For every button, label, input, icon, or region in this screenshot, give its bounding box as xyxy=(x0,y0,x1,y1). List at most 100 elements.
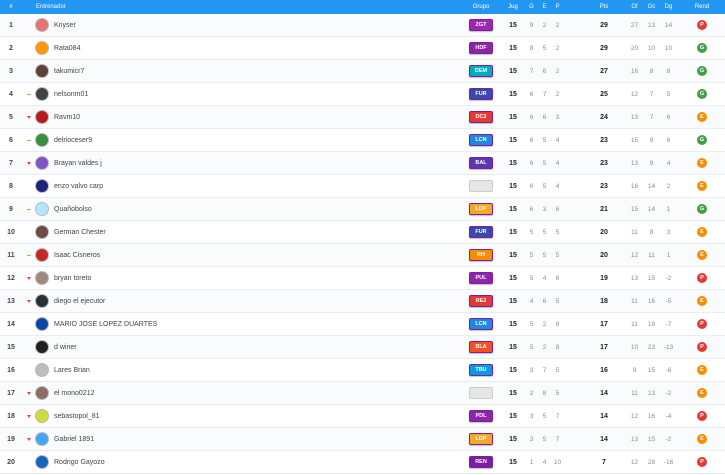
group-badge[interactable]: DC2 xyxy=(469,111,493,123)
table-row[interactable]: 15 d winer BLA 15 5 2 8 17 10 23 -13 P xyxy=(0,336,725,359)
manager-name[interactable]: Lares Brian xyxy=(54,367,90,374)
team-cell[interactable]: takumicr7 xyxy=(35,60,461,82)
group-badge[interactable]: LDP xyxy=(469,433,493,445)
table-row[interactable]: 1 Knyser ZGT 15 9 2 2 29 27 13 14 P xyxy=(0,14,725,37)
table-row[interactable]: 19 Gabriel 1891 LDP 15 3 5 7 14 13 15 -2 E xyxy=(0,428,725,451)
team-cell[interactable]: el mono0212 xyxy=(35,382,461,404)
manager-name[interactable]: Rodrigo Gayozo xyxy=(54,459,105,466)
team-cell[interactable]: Isaac Cisneros xyxy=(35,244,461,266)
team-cell[interactable]: Rata084 xyxy=(35,37,461,59)
group-badge[interactable]: FUR xyxy=(469,226,493,238)
manager-name[interactable]: MARIO JOSE LOPEZ DUARTES xyxy=(54,321,157,328)
team-cell[interactable]: sebastopol_81 xyxy=(35,405,461,427)
team-cell[interactable]: Brayan valdes j xyxy=(35,152,461,174)
table-row[interactable]: 2 Rata084 HDF 15 8 5 2 29 20 10 10 G xyxy=(0,37,725,60)
wins: 2 xyxy=(529,389,534,397)
table-row[interactable]: 5 Ravm10 DC2 15 6 6 3 24 13 7 6 E xyxy=(0,106,725,129)
group-badge[interactable]: TBU xyxy=(469,364,493,376)
group-badge[interactable]: BAL xyxy=(469,157,493,169)
manager-name[interactable]: takumicr7 xyxy=(54,68,84,75)
table-row[interactable]: 9 Quañobolso LDP 15 6 3 6 21 15 14 1 G xyxy=(0,198,725,221)
team-cell[interactable]: MARIO JOSE LOPEZ DUARTES xyxy=(35,313,461,335)
group-badge[interactable]: LCN xyxy=(469,134,493,146)
manager-name[interactable]: nelsonm01 xyxy=(54,91,88,98)
header-dg[interactable]: Dg xyxy=(660,0,677,14)
avatar xyxy=(35,133,49,147)
group-badge[interactable]: REN xyxy=(469,456,493,468)
manager-name[interactable]: el mono0212 xyxy=(54,390,94,397)
manager-name[interactable]: enzo valvo carp xyxy=(54,183,103,190)
manager-name[interactable]: diego el ejecutor xyxy=(54,298,105,305)
table-row[interactable]: 20 Rodrigo Gayozo REN 15 1 4 10 7 12 28 -16 P xyxy=(0,451,725,474)
performance-badge: G xyxy=(697,89,707,99)
manager-name[interactable]: Knyser xyxy=(54,22,76,29)
team-cell[interactable]: bryan toreto xyxy=(35,267,461,289)
table-row[interactable]: 17 el mono0212 15 2 8 5 14 11 13 -2 E xyxy=(0,382,725,405)
manager-name[interactable]: Ravm10 xyxy=(54,114,80,121)
group-badge[interactable]: RE2 xyxy=(469,295,493,307)
manager-name[interactable]: sebastopol_81 xyxy=(54,413,100,420)
table-row[interactable]: 18 sebastopol_81 PDL 15 3 5 7 14 12 16 -4 P xyxy=(0,405,725,428)
table-row[interactable]: 13 diego el ejecutor RE2 15 4 6 5 18 11 16 -5 E xyxy=(0,290,725,313)
draws: 3 xyxy=(542,205,547,213)
manager-name[interactable]: Isaac Cisneros xyxy=(54,252,100,259)
manager-name[interactable]: delrioceser9 xyxy=(54,137,92,144)
manager-name[interactable]: bryan toreto xyxy=(54,275,91,282)
header-e[interactable]: E xyxy=(538,0,551,14)
group-badge[interactable] xyxy=(469,180,493,192)
header-rend[interactable]: Rend xyxy=(687,0,717,14)
header-team[interactable]: Entrenador xyxy=(35,0,461,14)
group-badge[interactable]: BLA xyxy=(469,341,493,353)
group-badge[interactable]: RH xyxy=(469,249,493,261)
table-row[interactable]: 7 Brayan valdes j BAL 15 6 5 4 23 13 9 4 E xyxy=(0,152,725,175)
manager-name[interactable]: German Chester xyxy=(54,229,106,236)
team-cell[interactable]: delrioceser9 xyxy=(35,129,461,151)
table-row[interactable]: 12 bryan toreto PUL 15 5 4 6 19 13 15 -2 P xyxy=(0,267,725,290)
header-pos[interactable]: # xyxy=(0,0,22,14)
group-badge[interactable]: LDP xyxy=(469,203,493,215)
table-row[interactable]: 16 Lares Brian TBU 15 3 7 5 16 9 15 -6 E xyxy=(0,359,725,382)
group-badge[interactable]: LCN xyxy=(469,318,493,330)
team-cell[interactable]: Lares Brian xyxy=(35,359,461,381)
team-cell[interactable]: d winer xyxy=(35,336,461,358)
header-group[interactable]: Grupo xyxy=(461,0,501,14)
header-g[interactable]: G xyxy=(525,0,538,14)
team-cell[interactable]: Knyser xyxy=(35,14,461,36)
table-row[interactable]: 6 delrioceser9 LCN 15 6 5 4 23 15 9 6 G xyxy=(0,129,725,152)
group-badge[interactable]: ZGT xyxy=(469,19,493,31)
team-cell[interactable]: Gabriel 1891 xyxy=(35,428,461,450)
manager-name[interactable]: Quañobolso xyxy=(54,206,92,213)
manager-name[interactable]: d winer xyxy=(54,344,77,351)
team-cell[interactable]: Quañobolso xyxy=(35,198,461,220)
header-p[interactable]: P xyxy=(551,0,564,14)
group-badge[interactable]: PUL xyxy=(469,272,493,284)
table-row[interactable]: 14 MARIO JOSE LOPEZ DUARTES LCN 15 5 2 8 17 11 18… xyxy=(0,313,725,336)
table-row[interactable]: 3 takumicr7 DEM 15 7 6 2 27 16 8 8 G xyxy=(0,60,725,83)
avatar xyxy=(35,432,49,446)
wins: 6 xyxy=(529,136,534,144)
manager-name[interactable]: Brayan valdes j xyxy=(54,160,102,167)
header-pts[interactable]: Pts xyxy=(592,0,616,14)
team-cell[interactable]: nelsonm01 xyxy=(35,83,461,105)
table-row[interactable]: 11 Isaac Cisneros RH 15 5 5 5 20 12 11 1 E xyxy=(0,244,725,267)
group-badge[interactable]: FUR xyxy=(469,88,493,100)
team-cell[interactable]: enzo valvo carp xyxy=(35,175,461,197)
table-row[interactable]: 10 German Chester FUR 15 5 5 5 20 11 8 3 E xyxy=(0,221,725,244)
table-row[interactable]: 8 enzo valvo carp 15 6 5 4 23 16 14 2 E xyxy=(0,175,725,198)
team-cell[interactable]: Ravm10 xyxy=(35,106,461,128)
group-badge[interactable]: HDF xyxy=(469,42,493,54)
group-badge[interactable]: DEM xyxy=(469,65,493,77)
header-gf[interactable]: Gf xyxy=(626,0,643,14)
team-cell[interactable]: German Chester xyxy=(35,221,461,243)
manager-name[interactable]: Rata084 xyxy=(54,45,80,52)
manager-name[interactable]: Gabriel 1891 xyxy=(54,436,94,443)
group-badge[interactable]: PDL xyxy=(469,410,493,422)
team-cell[interactable]: Rodrigo Gayozo xyxy=(35,451,461,473)
header-jug[interactable]: Jug xyxy=(501,0,525,14)
group-cell: RE2 xyxy=(461,290,501,312)
table-row[interactable]: 4 nelsonm01 FUR 15 6 7 2 25 12 7 5 G xyxy=(0,83,725,106)
header-gc[interactable]: Gc xyxy=(643,0,660,14)
group-badge[interactable] xyxy=(469,387,493,399)
team-cell[interactable]: diego el ejecutor xyxy=(35,290,461,312)
points: 7 xyxy=(602,458,606,466)
